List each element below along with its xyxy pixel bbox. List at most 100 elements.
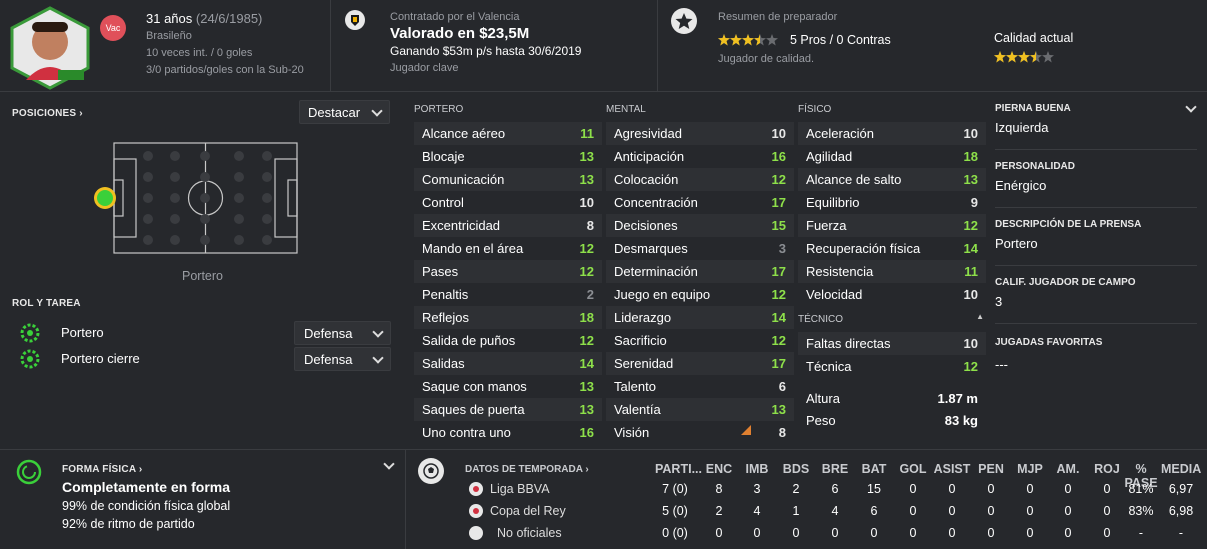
attribute-row[interactable]: Saques de puerta 13: [414, 398, 602, 421]
season-label[interactable]: DATOS DE TEMPORADA ›: [465, 464, 589, 475]
attribute-row[interactable]: Visión 8: [606, 421, 794, 444]
attribute-row[interactable]: Mando en el área 12: [414, 237, 602, 260]
position-slot[interactable]: [143, 172, 153, 182]
attribute-row[interactable]: Reflejos 18: [414, 306, 602, 329]
season-stat: 0: [948, 482, 956, 496]
attribute-row[interactable]: Concentración 17: [606, 191, 794, 214]
attribute-row[interactable]: Velocidad 10: [798, 283, 986, 306]
attribute-row[interactable]: Talento 6: [606, 375, 794, 398]
positions-label[interactable]: POSICIONES ›: [12, 108, 83, 119]
position-slot[interactable]: [170, 235, 180, 245]
position-slot[interactable]: [143, 151, 153, 161]
attribute-row[interactable]: Valentía 13: [606, 398, 794, 421]
attribute-row[interactable]: Alcance aéreo 11: [414, 122, 602, 145]
duty-dropdown-1[interactable]: Defensa: [294, 321, 391, 345]
fitness-label[interactable]: FORMA FÍSICA ›: [62, 464, 142, 475]
position-slot[interactable]: [170, 172, 180, 182]
season-stat: 0: [1064, 482, 1072, 496]
position-slot[interactable]: [234, 214, 244, 224]
position-slot[interactable]: [262, 193, 272, 203]
season-column-header[interactable]: MJP: [1010, 462, 1050, 476]
attribute-row[interactable]: Comunicación 13: [414, 168, 602, 191]
position-slot[interactable]: [170, 151, 180, 161]
competition-name[interactable]: Copa del Rey: [490, 500, 566, 522]
divider: [405, 450, 406, 549]
season-column-header[interactable]: BDS: [776, 462, 816, 476]
season-column-header[interactable]: IMB: [737, 462, 777, 476]
season-column-header[interactable]: BAT: [854, 462, 894, 476]
position-marker-goalkeeper[interactable]: [94, 187, 116, 209]
attribute-row[interactable]: Resistencia 11: [798, 260, 986, 283]
season-column-header[interactable]: PARTI...: [655, 462, 702, 476]
attribute-row[interactable]: Liderazgo 14: [606, 306, 794, 329]
attribute-row[interactable]: Decisiones 15: [606, 214, 794, 237]
position-slot[interactable]: [262, 172, 272, 182]
attribute-row[interactable]: Faltas directas 10: [798, 332, 986, 355]
attribute-row[interactable]: Equilibrio 9: [798, 191, 986, 214]
attribute-row[interactable]: Serenidad 17: [606, 352, 794, 375]
position-slot[interactable]: [200, 151, 210, 161]
contract-value[interactable]: Valorado en $23,5M: [390, 25, 529, 42]
attribute-row[interactable]: Pases 12: [414, 260, 602, 283]
attribute-row[interactable]: Desmarques 3: [606, 237, 794, 260]
attribute-row[interactable]: Recuperación física 14: [798, 237, 986, 260]
season-column-header[interactable]: ENC: [699, 462, 739, 476]
season-column-header[interactable]: BRE: [815, 462, 855, 476]
position-slot[interactable]: [262, 235, 272, 245]
coach-pros[interactable]: 5 Pros / 0 Contras: [790, 33, 891, 47]
attribute-value: 12: [771, 172, 786, 187]
attribute-row[interactable]: Agilidad 18: [798, 145, 986, 168]
attribute-row[interactable]: Penaltis 2: [414, 283, 602, 306]
attribute-row[interactable]: Anticipación 16: [606, 145, 794, 168]
position-slot[interactable]: [170, 193, 180, 203]
position-slot[interactable]: [234, 151, 244, 161]
attribute-row[interactable]: Control 10: [414, 191, 602, 214]
position-slot[interactable]: [200, 235, 210, 245]
coach-title: Resumen de preparador: [718, 11, 838, 23]
competition-name[interactable]: Liga BBVA: [490, 478, 550, 500]
star-fill: [718, 34, 730, 46]
attribute-row[interactable]: Juego en equipo 12: [606, 283, 794, 306]
position-slot[interactable]: [143, 193, 153, 203]
position-slot[interactable]: [234, 172, 244, 182]
position-slot[interactable]: [234, 235, 244, 245]
duty-dropdown-2[interactable]: Defensa: [294, 347, 391, 371]
highlight-dropdown[interactable]: Destacar: [299, 100, 390, 124]
attribute-row[interactable]: Blocaje 13: [414, 145, 602, 168]
season-column-header[interactable]: ASIST: [932, 462, 972, 476]
attribute-name: Liderazgo: [614, 310, 672, 325]
attribute-row[interactable]: Saque con manos 13: [414, 375, 602, 398]
season-column-header[interactable]: MEDIA: [1161, 462, 1201, 476]
season-column-header[interactable]: AM.: [1048, 462, 1088, 476]
position-slot[interactable]: [200, 193, 210, 203]
duty-label: Defensa: [304, 326, 353, 341]
position-slot[interactable]: [234, 193, 244, 203]
fitness-collapse-icon[interactable]: [383, 458, 395, 470]
attribute-row[interactable]: Determinación 17: [606, 260, 794, 283]
season-column-header[interactable]: PEN: [971, 462, 1011, 476]
attribute-row[interactable]: Excentricidad 8: [414, 214, 602, 237]
attribute-row[interactable]: Fuerza 12: [798, 214, 986, 237]
season-column-header[interactable]: GOL: [893, 462, 933, 476]
attribute-value: 12: [579, 333, 594, 348]
attribute-value: 9: [970, 195, 978, 210]
attribute-row[interactable]: Técnica 12: [798, 355, 986, 378]
attribute-row[interactable]: Colocación 12: [606, 168, 794, 191]
competition-name[interactable]: No oficiales: [497, 522, 562, 544]
attribute-row[interactable]: Uno contra uno 16: [414, 421, 602, 444]
position-slot[interactable]: [262, 214, 272, 224]
position-slot[interactable]: [200, 172, 210, 182]
attribute-row[interactable]: Alcance de salto 13: [798, 168, 986, 191]
attribute-row[interactable]: Salidas 14: [414, 352, 602, 375]
position-slot[interactable]: [170, 214, 180, 224]
position-slot[interactable]: [262, 151, 272, 161]
position-slot[interactable]: [143, 214, 153, 224]
position-slot[interactable]: [200, 214, 210, 224]
attribute-row[interactable]: Agresividad 10: [606, 122, 794, 145]
attribute-row[interactable]: Sacrificio 12: [606, 329, 794, 352]
position-slot[interactable]: [143, 235, 153, 245]
attribute-value: 15: [771, 218, 786, 233]
attribute-row[interactable]: Aceleración 10: [798, 122, 986, 145]
collapse-up-icon[interactable]: ▲: [976, 312, 984, 321]
attribute-row[interactable]: Salida de puños 12: [414, 329, 602, 352]
